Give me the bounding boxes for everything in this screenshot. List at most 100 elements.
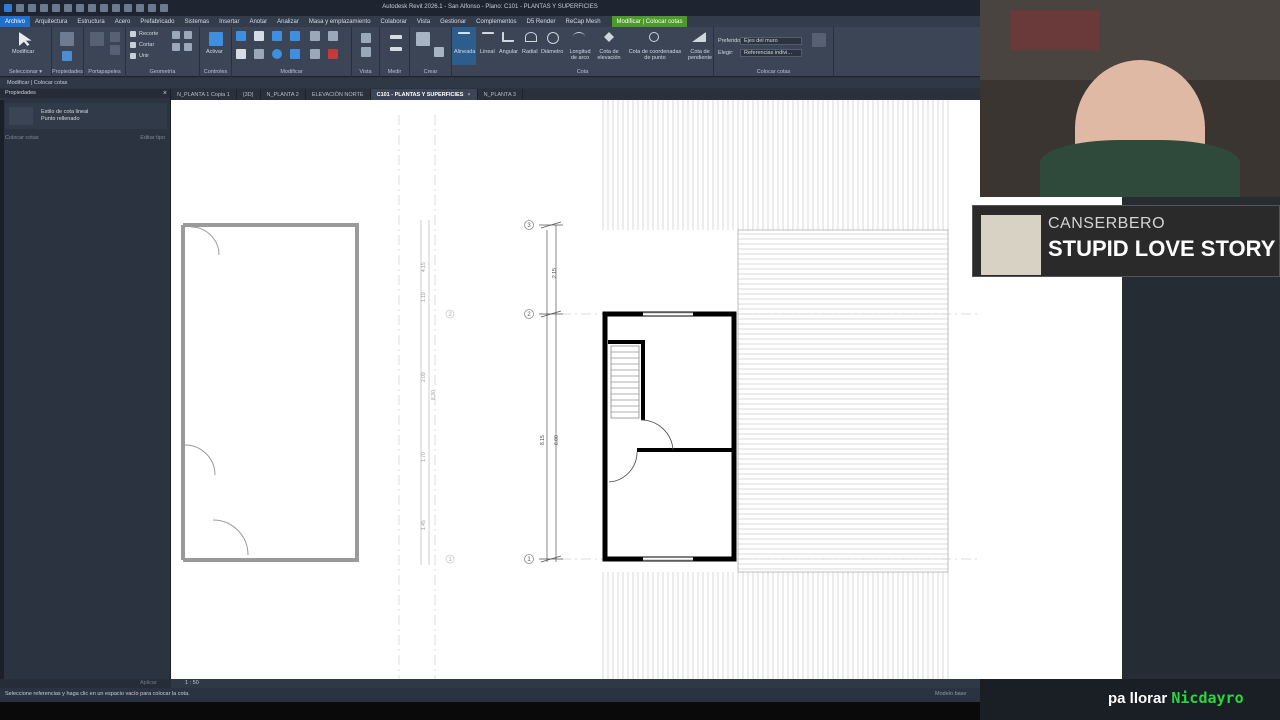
view-tab-n-planta-1-copia[interactable]: N_PLANTA 1 Copia 1	[171, 89, 237, 100]
rotate-icon[interactable]	[272, 49, 282, 59]
spot-elevation-icon[interactable]	[604, 32, 614, 42]
save-icon[interactable]	[28, 4, 36, 12]
tab-vista[interactable]: Vista	[412, 16, 435, 27]
delete-icon[interactable]	[328, 49, 338, 59]
close-hidden-icon[interactable]	[160, 4, 168, 12]
tab-anotar[interactable]: Anotar	[244, 16, 272, 27]
door-swing-1[interactable]	[640, 419, 674, 451]
dim-text-6[interactable]: 8.15	[540, 435, 546, 445]
aligned-dimension-tool-icon[interactable]	[458, 32, 470, 40]
tab-sistemas[interactable]: Sistemas	[179, 16, 214, 27]
paste-icon[interactable]	[90, 32, 104, 46]
drawing-canvas[interactable]: 3 2 1 2 1 2 1 4.15 1.19 2.09 1.70 1.45	[171, 100, 980, 679]
measure-icon[interactable]	[88, 4, 96, 12]
radial-dimension-icon[interactable]	[525, 32, 537, 42]
sync-icon[interactable]	[40, 4, 48, 12]
tool-diametro[interactable]: Diámetro	[541, 49, 563, 55]
type-properties-icon[interactable]	[62, 51, 72, 61]
tool-angular[interactable]: Angular	[499, 49, 518, 55]
tab-estructura[interactable]: Estructura	[72, 16, 109, 27]
unir-label[interactable]: Unir	[139, 53, 149, 59]
apply-button[interactable]: Aplicar	[140, 680, 157, 686]
split-gap-icon[interactable]	[328, 31, 338, 41]
seleccionar-dropdown[interactable]: Seleccionar ▾	[0, 69, 51, 75]
hide-icon[interactable]	[361, 33, 371, 43]
trim-icon[interactable]	[290, 49, 300, 59]
view-tab-n-planta-2[interactable]: N_PLANTA 2	[261, 89, 306, 100]
preferido-select[interactable]: Ejes del muro	[740, 37, 802, 45]
print-icon[interactable]	[76, 4, 84, 12]
create-parts-icon[interactable]	[434, 47, 444, 57]
instance-dropdown[interactable]: Colocar cotas	[5, 135, 39, 141]
tab-complementos[interactable]: Complementos	[471, 16, 521, 27]
dim-text-9[interactable]: 2.15	[552, 268, 558, 278]
mirror-draw-icon[interactable]	[290, 31, 300, 41]
redo-icon[interactable]	[64, 4, 72, 12]
offset-icon[interactable]	[254, 31, 264, 41]
linear-dimension-icon[interactable]	[482, 32, 494, 40]
close-tab-icon[interactable]: ×	[467, 92, 470, 98]
dim-text-4[interactable]: 1.70	[421, 452, 427, 462]
tool-lineal[interactable]: Lineal	[480, 49, 495, 55]
diameter-dimension-icon[interactable]	[547, 32, 559, 44]
model-label[interactable]: Modelo base	[935, 691, 967, 697]
split-icon[interactable]	[310, 31, 320, 41]
view-scale[interactable]: 1 : 50	[185, 680, 199, 686]
tab-prefabricado[interactable]: Prefabricado	[135, 16, 179, 27]
dim-text-2[interactable]: 1.19	[421, 292, 427, 302]
tool-cota-coordenadas[interactable]: Cota de coordenadas de punto	[625, 49, 685, 61]
cut-icon[interactable]	[110, 45, 120, 55]
tool-longitud-arco[interactable]: Longitud de arco	[568, 49, 592, 61]
copy-icon[interactable]	[110, 32, 120, 42]
modify-label[interactable]: Modificar	[12, 49, 34, 55]
cope-icon[interactable]	[130, 31, 136, 37]
tab-acero[interactable]: Acero	[110, 16, 136, 27]
undo-icon[interactable]	[52, 4, 60, 12]
tab-recap-mesh[interactable]: ReCap Mesh	[561, 16, 606, 27]
measure-distance-icon[interactable]	[390, 35, 402, 39]
angular-dimension-icon[interactable]	[502, 32, 514, 42]
create-assembly-icon[interactable]	[416, 32, 430, 46]
arc-length-dimension-icon[interactable]	[573, 32, 585, 42]
join-geometry-icon[interactable]	[172, 31, 180, 39]
join-icon[interactable]	[130, 53, 136, 59]
type-selector[interactable]: Estilo de cota lineal Punto rellenado	[5, 103, 167, 129]
view-tab-c101[interactable]: C101 - PLANTAS Y SUPERFICIES ×	[370, 89, 478, 100]
dim-text-8[interactable]: 8.30	[431, 390, 437, 400]
dim-text-1[interactable]: 4.15	[421, 262, 427, 272]
wall-joins-icon[interactable]	[184, 31, 192, 39]
tab-arquitectura[interactable]: Arquitectura	[30, 16, 72, 27]
dim-text-5[interactable]: 1.45	[421, 520, 427, 530]
recorte-label[interactable]: Recorte	[139, 31, 158, 37]
tool-radial[interactable]: Radial	[522, 49, 538, 55]
dim-text-3[interactable]: 2.09	[421, 372, 427, 382]
text-icon[interactable]	[124, 4, 132, 12]
activate-controls-icon[interactable]	[209, 32, 223, 46]
move-icon[interactable]	[236, 49, 246, 59]
properties-icon[interactable]	[60, 32, 74, 46]
aligned-dimension-icon[interactable]	[390, 47, 402, 51]
cursor-arrow-icon[interactable]	[19, 32, 32, 46]
tab-archivo[interactable]: Archivo	[0, 16, 31, 27]
door-swing-2[interactable]	[608, 451, 638, 483]
tool-cota-elevacion[interactable]: Cota de elevación	[594, 49, 624, 61]
activar-label[interactable]: Activar	[206, 49, 223, 55]
tool-cota-pendiente[interactable]: Cota de pendiente	[686, 49, 714, 61]
close-icon[interactable]: ×	[163, 89, 167, 98]
tab-d5-render[interactable]: D5 Render	[522, 16, 561, 27]
revit-logo-icon[interactable]	[4, 4, 12, 12]
paint-icon[interactable]	[184, 43, 192, 51]
tab-colaborar[interactable]: Colaborar	[376, 16, 412, 27]
edit-type-button[interactable]: Editar tipo	[140, 134, 165, 143]
view-tab-elevacion-norte[interactable]: ELEVACIÓN NORTE	[306, 89, 371, 100]
spot-slope-icon[interactable]	[692, 32, 706, 42]
cortar-label[interactable]: Cortar	[139, 42, 154, 48]
tab-modificar-colocar-cotas[interactable]: Modificar | Colocar cotas	[611, 16, 688, 27]
spot-coordinate-icon[interactable]	[649, 32, 659, 42]
tab-gestionar[interactable]: Gestionar	[435, 16, 471, 27]
3d-view-icon[interactable]	[136, 4, 144, 12]
cut-geometry-icon[interactable]	[130, 42, 136, 48]
dim-text-7[interactable]: 6.00	[554, 435, 560, 445]
split-face-icon[interactable]	[172, 43, 180, 51]
view-tab-3d[interactable]: {3D}	[237, 89, 261, 100]
